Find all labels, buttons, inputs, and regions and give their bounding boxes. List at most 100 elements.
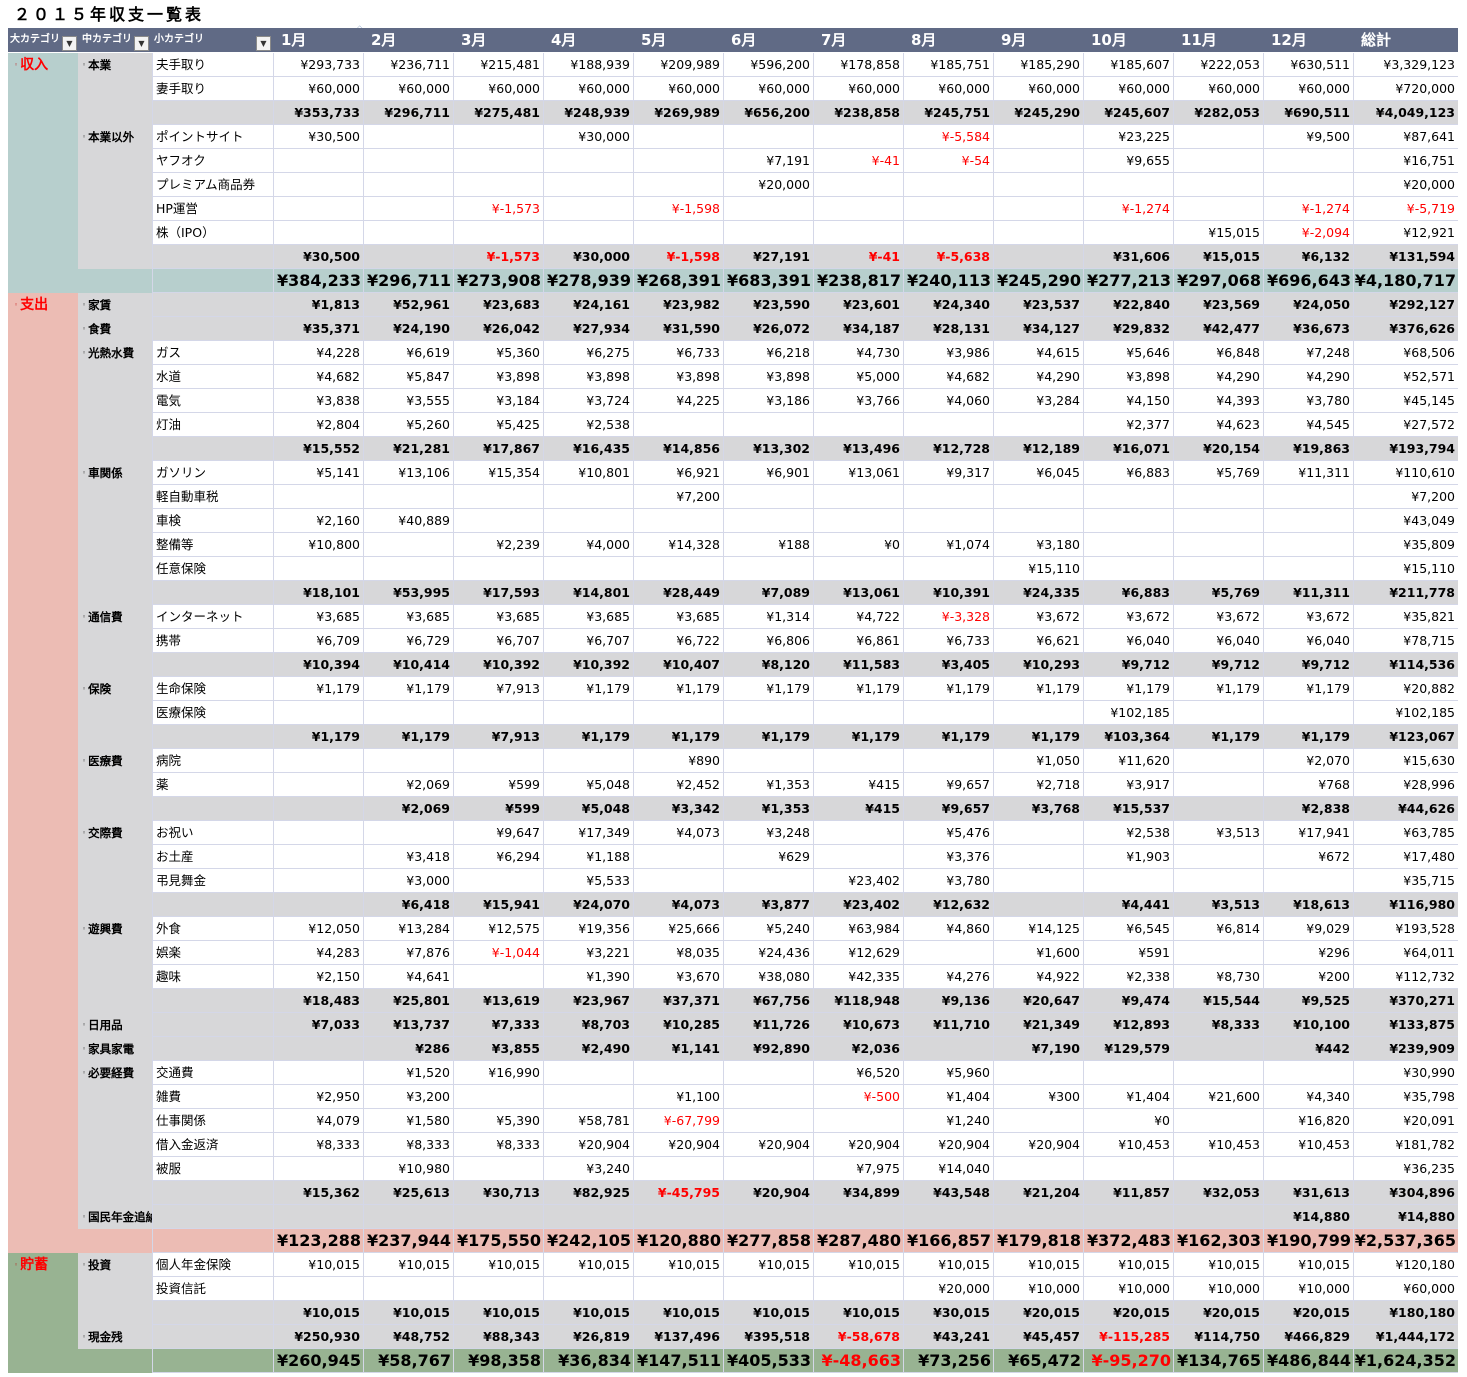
value-cell[interactable]: ¥3,685 <box>273 605 363 629</box>
value-cell[interactable]: ¥4,073 <box>633 893 723 917</box>
value-cell[interactable]: ¥36,673 <box>1263 317 1353 341</box>
value-cell[interactable]: ¥58,781 <box>543 1109 633 1133</box>
row-total-cell[interactable]: ¥63,785 <box>1353 821 1458 845</box>
expand-dot-icon[interactable]: ◦ <box>82 829 86 837</box>
value-cell[interactable]: ¥24,161 <box>543 293 633 317</box>
value-cell[interactable]: ¥8,730 <box>1173 965 1263 989</box>
value-cell[interactable] <box>903 1205 993 1229</box>
value-cell[interactable]: ¥11,583 <box>813 653 903 677</box>
value-cell[interactable]: ¥10,394 <box>273 653 363 677</box>
value-cell[interactable]: ¥19,863 <box>1263 437 1353 461</box>
value-cell[interactable]: ¥52,961 <box>363 293 453 317</box>
value-cell[interactable]: ¥6,418 <box>363 893 453 917</box>
value-cell[interactable]: ¥10,015 <box>363 1301 453 1325</box>
row-total-cell[interactable]: ¥304,896 <box>1353 1181 1458 1205</box>
value-cell[interactable]: ¥10,015 <box>1263 1253 1353 1277</box>
row-total-cell[interactable]: ¥27,572 <box>1353 413 1458 437</box>
value-cell[interactable] <box>903 509 993 533</box>
value-cell[interactable] <box>1173 197 1263 221</box>
value-cell[interactable]: ¥3,186 <box>723 389 813 413</box>
value-cell[interactable]: ¥98,358 <box>453 1349 543 1373</box>
value-cell[interactable]: ¥599 <box>453 797 543 821</box>
value-cell[interactable] <box>1083 173 1173 197</box>
value-cell[interactable]: ¥20,015 <box>1263 1301 1353 1325</box>
value-cell[interactable] <box>273 1205 363 1229</box>
value-cell[interactable] <box>723 125 813 149</box>
value-cell[interactable]: ¥30,713 <box>453 1181 543 1205</box>
value-cell[interactable]: ¥21,349 <box>993 1013 1083 1037</box>
value-cell[interactable]: ¥5,769 <box>1173 461 1263 485</box>
value-cell[interactable] <box>723 197 813 221</box>
value-cell[interactable]: ¥5,847 <box>363 365 453 389</box>
value-cell[interactable]: ¥11,726 <box>723 1013 813 1037</box>
value-cell[interactable] <box>813 557 903 581</box>
value-cell[interactable]: ¥1,903 <box>1083 845 1173 869</box>
value-cell[interactable]: ¥-1,598 <box>633 245 723 269</box>
row-total-cell[interactable]: ¥131,594 <box>1353 245 1458 269</box>
value-cell[interactable]: ¥10,407 <box>633 653 723 677</box>
row-total-cell[interactable]: ¥43,049 <box>1353 509 1458 533</box>
value-cell[interactable]: ¥269,989 <box>633 101 723 125</box>
value-cell[interactable]: ¥10,015 <box>813 1301 903 1325</box>
value-cell[interactable]: ¥6,707 <box>453 629 543 653</box>
value-cell[interactable]: ¥696,643 <box>1263 269 1353 293</box>
cat2-label[interactable]: ◦ 車関係 <box>78 461 152 485</box>
value-cell[interactable]: ¥14,801 <box>543 581 633 605</box>
value-cell[interactable]: ¥3,670 <box>633 965 723 989</box>
value-cell[interactable] <box>363 221 453 245</box>
value-cell[interactable]: ¥8,703 <box>543 1013 633 1037</box>
value-cell[interactable]: ¥15,015 <box>1173 245 1263 269</box>
value-cell[interactable]: ¥215,481 <box>453 53 543 77</box>
value-cell[interactable]: ¥1,179 <box>543 677 633 701</box>
value-cell[interactable]: ¥3,184 <box>453 389 543 413</box>
value-cell[interactable]: ¥3,898 <box>453 365 543 389</box>
value-cell[interactable]: ¥1,404 <box>903 1085 993 1109</box>
row-total-cell[interactable]: ¥15,110 <box>1353 557 1458 581</box>
value-cell[interactable] <box>1173 533 1263 557</box>
value-cell[interactable]: ¥20,904 <box>993 1133 1083 1157</box>
value-cell[interactable] <box>543 1061 633 1085</box>
value-cell[interactable]: ¥6,132 <box>1263 245 1353 269</box>
value-cell[interactable] <box>363 701 453 725</box>
value-cell[interactable]: ¥10,453 <box>1083 1133 1173 1157</box>
value-cell[interactable]: ¥63,984 <box>813 917 903 941</box>
value-cell[interactable]: ¥60,000 <box>723 77 813 101</box>
cat1-filter-funnel-icon[interactable]: ▼ <box>62 36 77 51</box>
row-total-cell[interactable]: ¥7,200 <box>1353 485 1458 509</box>
value-cell[interactable]: ¥3,877 <box>723 893 813 917</box>
value-cell[interactable]: ¥1,179 <box>1083 677 1173 701</box>
value-cell[interactable]: ¥4,922 <box>993 965 1083 989</box>
row-total-cell[interactable]: ¥211,778 <box>1353 581 1458 605</box>
value-cell[interactable]: ¥10,000 <box>1263 1277 1353 1301</box>
row-total-cell[interactable]: ¥116,980 <box>1353 893 1458 917</box>
value-cell[interactable]: ¥222,053 <box>1173 53 1263 77</box>
value-cell[interactable]: ¥6,733 <box>633 341 723 365</box>
value-cell[interactable]: ¥245,290 <box>993 269 1083 293</box>
value-cell[interactable]: ¥5,960 <box>903 1061 993 1085</box>
value-cell[interactable] <box>273 557 363 581</box>
value-cell[interactable]: ¥14,328 <box>633 533 723 557</box>
row-total-cell[interactable]: ¥376,626 <box>1353 317 1458 341</box>
value-cell[interactable]: ¥60,000 <box>903 77 993 101</box>
expand-dot-icon[interactable]: ◦ <box>82 325 86 333</box>
value-cell[interactable]: ¥24,190 <box>363 317 453 341</box>
value-cell[interactable]: ¥11,857 <box>1083 1181 1173 1205</box>
value-cell[interactable]: ¥1,390 <box>543 965 633 989</box>
value-cell[interactable] <box>903 173 993 197</box>
value-cell[interactable]: ¥10,392 <box>543 653 633 677</box>
value-cell[interactable]: ¥2,838 <box>1263 797 1353 821</box>
value-cell[interactable] <box>453 221 543 245</box>
value-cell[interactable]: ¥-1,044 <box>453 941 543 965</box>
expand-dot-icon[interactable]: ◦ <box>82 1333 86 1341</box>
expand-dot-icon[interactable]: ◦ <box>82 61 86 69</box>
value-cell[interactable] <box>903 485 993 509</box>
value-cell[interactable] <box>363 557 453 581</box>
value-cell[interactable]: ¥10,801 <box>543 461 633 485</box>
expand-dot-icon[interactable]: ◦ <box>82 133 86 141</box>
value-cell[interactable]: ¥3,917 <box>1083 773 1173 797</box>
value-cell[interactable]: ¥166,857 <box>903 1229 993 1253</box>
value-cell[interactable] <box>903 1037 993 1061</box>
value-cell[interactable]: ¥23,402 <box>813 869 903 893</box>
value-cell[interactable] <box>813 125 903 149</box>
value-cell[interactable]: ¥30,000 <box>543 245 633 269</box>
